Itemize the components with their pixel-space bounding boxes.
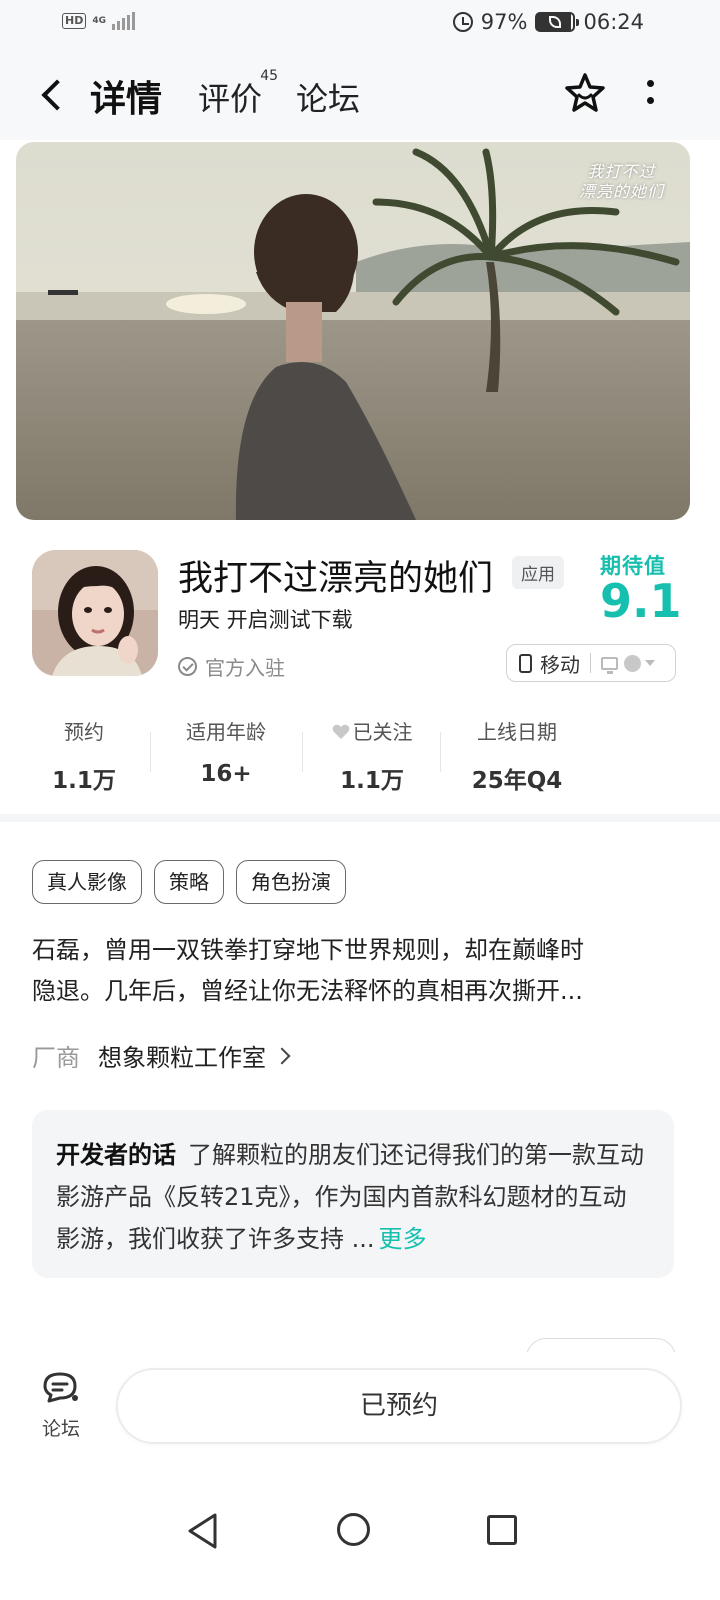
- stat-label: 已关注: [352, 720, 413, 744]
- clock: 06:24: [583, 10, 644, 34]
- app-type-badge: 应用: [512, 556, 564, 589]
- vendor-name: 想象颗粒工作室: [98, 1044, 266, 1072]
- pc-icon: [601, 656, 618, 674]
- more-link[interactable]: 更多: [379, 1225, 427, 1253]
- description-line: 石磊，曾用一双铁拳打穿地下世界规则，却在巅峰时: [32, 936, 584, 964]
- peek-pill: [526, 1338, 676, 1352]
- stat-value: 1.1万: [52, 768, 116, 794]
- chevron-right-icon: [273, 1047, 291, 1064]
- hd-indicator: HD: [62, 13, 87, 29]
- stat-divider: [440, 732, 441, 772]
- tag-item[interactable]: 真人影像: [32, 860, 142, 904]
- tag-list: 真人影像 策略 角色扮演: [32, 860, 346, 904]
- banner-image[interactable]: 我打不过 漂亮的她们: [16, 142, 690, 520]
- system-nav-bar: [0, 1472, 720, 1600]
- developer-note-heading: 开发者的话: [56, 1141, 176, 1169]
- platform-label: 移动: [540, 652, 580, 677]
- game-title: 我打不过漂亮的她们: [178, 559, 494, 599]
- official-verified: 官方入驻: [178, 652, 285, 681]
- vendor-row[interactable]: 厂商 想象颗粒工作室: [32, 1038, 291, 1073]
- alarm-icon: [452, 12, 473, 32]
- stat-divider: [150, 732, 151, 772]
- expectation-score: 9.1: [600, 574, 682, 628]
- status-right: 97% 06:24: [452, 10, 644, 34]
- tag-item[interactable]: 角色扮演: [236, 860, 346, 904]
- chevron-down-icon: [645, 660, 655, 666]
- stat-reservations: 预约 1.1万: [52, 716, 116, 795]
- steam-icon: [624, 654, 641, 672]
- check-circle-icon: [178, 657, 197, 676]
- bottom-action-bar: 论坛 已预约: [0, 1352, 720, 1472]
- stat-release: 上线日期 25年Q4: [462, 716, 572, 795]
- signal-icon: [112, 12, 135, 30]
- test-schedule: 明天 开启测试下载: [178, 608, 353, 632]
- battery-percent: 97%: [480, 10, 528, 34]
- stat-age: 适用年龄 16+: [176, 716, 276, 787]
- top-nav: 详情 评价 45 论坛: [0, 50, 720, 140]
- stat-value: 25年Q4: [471, 768, 563, 794]
- stat-followers[interactable]: 已关注 1.1万: [322, 716, 422, 795]
- stat-label: 适用年龄: [186, 720, 266, 744]
- game-description[interactable]: 石磊，曾用一双铁拳打穿地下世界规则，却在巅峰时 隐退。几年后，曾经让你无法释怀的…: [32, 930, 672, 1012]
- tab-detail-label: 详情: [90, 79, 163, 120]
- network-type: 4G: [92, 15, 106, 26]
- heart-icon: [332, 724, 349, 739]
- tab-forum-label: 论坛: [296, 80, 361, 118]
- back-arrow-icon[interactable]: [38, 78, 68, 112]
- tab-review[interactable]: 评价 45: [198, 68, 278, 120]
- next-section-peek: [32, 1338, 692, 1352]
- tab-detail[interactable]: 详情: [84, 70, 169, 122]
- developer-note[interactable]: 开发者的话 了解颗粒的朋友们还记得我们的第一款互动影游产品《反转21克》，作为国内…: [32, 1110, 674, 1278]
- reserved-button[interactable]: 已预约: [116, 1368, 682, 1444]
- status-bar: HD 4G 97% 06:24: [0, 0, 720, 50]
- platform-selector[interactable]: 移动: [506, 644, 676, 682]
- platform-divider: [590, 653, 591, 673]
- chat-bubble-icon: [43, 1372, 78, 1403]
- star-outline-icon[interactable]: [562, 70, 608, 116]
- nav-recent-icon[interactable]: [487, 1515, 517, 1545]
- nav-home-icon[interactable]: [337, 1513, 370, 1546]
- vendor-label: 厂商: [32, 1044, 80, 1072]
- nav-back-icon[interactable]: [186, 1512, 220, 1550]
- description-line: 隐退。几年后，曾经让你无法释怀的真相再次撕开...: [32, 977, 583, 1005]
- official-label: 官方入驻: [205, 656, 285, 680]
- stat-value: 16+: [200, 761, 252, 787]
- stat-label: 预约: [64, 720, 104, 744]
- status-left: HD 4G: [62, 12, 135, 30]
- tab-review-label: 评价: [198, 80, 263, 118]
- banner-logo: 我打不过 漂亮的她们: [578, 162, 664, 201]
- review-count-badge: 45: [260, 68, 279, 84]
- forum-button[interactable]: 论坛: [30, 1370, 92, 1441]
- stat-label: 上线日期: [477, 720, 557, 744]
- game-icon[interactable]: [32, 550, 158, 676]
- stat-value: 1.1万: [340, 768, 404, 794]
- phone-icon: [519, 653, 532, 673]
- tab-forum[interactable]: 论坛: [296, 74, 360, 120]
- tag-item[interactable]: 策略: [154, 860, 224, 904]
- battery-icon: [535, 12, 580, 32]
- stat-divider: [302, 732, 303, 772]
- forum-button-label: 论坛: [41, 1418, 80, 1440]
- more-vertical-icon[interactable]: [640, 76, 660, 116]
- stat-label-wrap: 已关注: [322, 716, 422, 745]
- section-divider: [0, 814, 720, 822]
